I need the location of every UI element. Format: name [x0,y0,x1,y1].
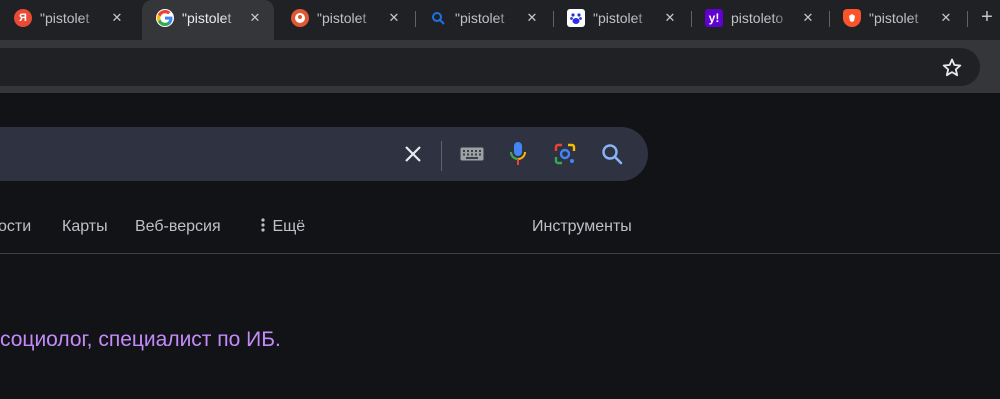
address-bar[interactable] [0,48,980,86]
tab-close-icon[interactable]: ✕ [799,9,817,27]
brave-icon [843,9,861,27]
search-box-divider [441,141,442,171]
tab-duckduckgo[interactable]: "pistolet ✕ [277,0,415,36]
tab-more-label: Ещё [272,218,306,235]
tab-yahoo[interactable]: y! pistoleto ✕ [691,0,829,36]
tab-close-icon[interactable]: ✕ [108,9,126,27]
tab-yandex[interactable]: Я "pistolet ✕ [0,0,140,36]
tab-close-icon[interactable]: ✕ [937,9,955,27]
tab-search[interactable]: "pistolet ✕ [415,0,553,36]
baidu-icon [567,9,585,27]
search-icon[interactable] [597,127,627,181]
nav-divider [0,253,1000,254]
tab-more[interactable]: Ещё [258,217,305,241]
tab-web[interactable]: Веб-версия [135,217,221,241]
yahoo-icon: y! [705,9,723,27]
tab-title: "pistolet [317,10,367,26]
tab-separator [967,11,968,27]
browser-toolbar [0,40,1000,95]
new-tab-plus-icon[interactable]: + [974,4,1000,30]
tab-close-icon[interactable]: ✕ [523,9,541,27]
mic-icon[interactable] [503,127,533,181]
search-box[interactable] [0,127,648,181]
search-icon [429,9,447,27]
keyboard-icon[interactable] [457,127,487,181]
duckduckgo-icon [291,9,309,27]
google-icon [156,9,174,27]
more-vert-icon [261,218,265,232]
tab-close-icon[interactable]: ✕ [661,9,679,27]
tab-title: "pistolet [593,10,643,26]
tab-strip: Я "pistolet ✕ "pistolet ✕ "pistolet ✕ "p… [0,0,1000,40]
tab-title: "pistolet [869,10,919,26]
search-results-page: ости Карты Веб-версия Ещё Инструменты со… [0,95,1000,399]
yandex-icon: Я [14,9,32,27]
tab-maps[interactable]: Карты [62,217,108,241]
tab-close-icon[interactable]: ✕ [385,9,403,27]
tools-button[interactable]: Инструменты [532,217,632,241]
result-link[interactable]: социолог, специалист по ИБ. [0,327,281,353]
lens-icon[interactable] [550,127,580,181]
bookmark-star-icon[interactable] [940,56,964,80]
tab-news[interactable]: ости [0,217,31,241]
tab-title: "pistolet [182,10,232,26]
tab-title: "pistolet [455,10,505,26]
tab-title: "pistolet [40,10,90,26]
tab-baidu[interactable]: "pistolet ✕ [553,0,691,36]
tab-title: pistoleto [731,10,784,26]
tab-brave[interactable]: "pistolet ✕ [829,0,967,36]
tab-google[interactable]: "pistolet ✕ [142,0,274,40]
close-icon[interactable] [398,127,428,181]
tab-close-icon[interactable]: ✕ [246,9,264,27]
